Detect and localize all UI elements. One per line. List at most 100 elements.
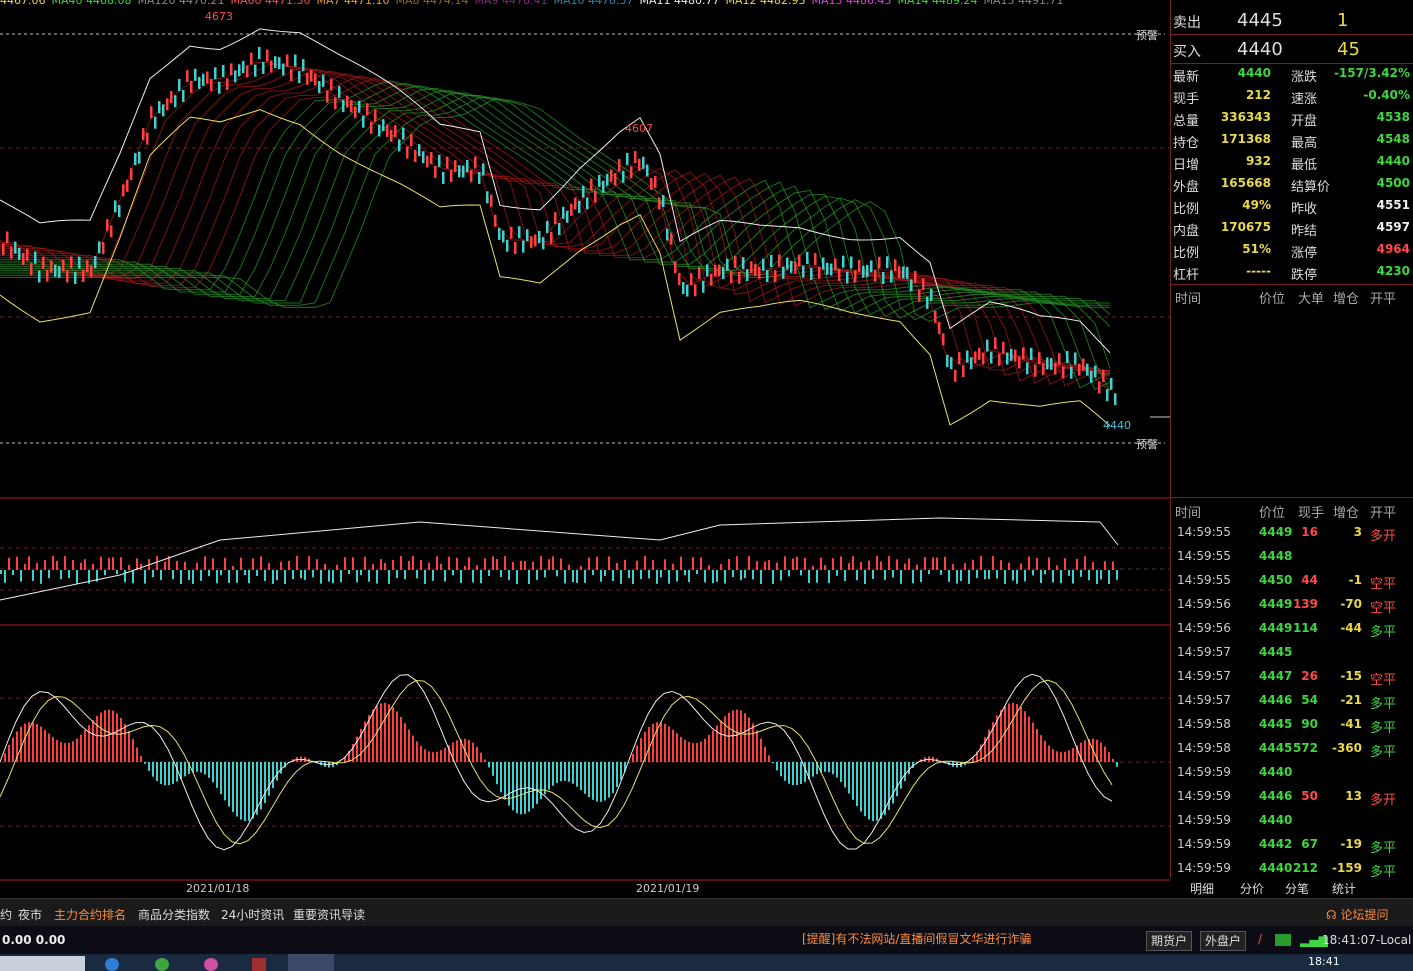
tab-detail[interactable]: 明细 xyxy=(1190,880,1214,897)
tick-row[interactable]: 14:59:59 4442 67 -19 多平 xyxy=(1171,832,1413,856)
tick-row[interactable]: 14:59:57 4446 54 -21 多平 xyxy=(1171,688,1413,712)
tab-night-market[interactable]: 夜市 xyxy=(18,906,42,923)
volume-bar xyxy=(992,556,994,570)
volume-bar xyxy=(52,556,54,570)
macd-bar xyxy=(772,762,774,764)
volume-bar xyxy=(488,570,490,577)
tab-24h-news[interactable]: 24小时资讯 xyxy=(221,906,284,923)
volume-bar xyxy=(496,559,498,570)
macd-bar xyxy=(444,747,446,762)
tick-oi: -360 xyxy=(1331,741,1362,755)
foreign-account-button[interactable]: 外盘户 xyxy=(1200,931,1247,951)
macd-bar xyxy=(740,710,742,762)
volume-bar xyxy=(980,556,982,570)
candle xyxy=(486,191,489,204)
macd-bar xyxy=(576,762,578,787)
candle xyxy=(98,241,101,254)
candle xyxy=(954,369,957,382)
candle xyxy=(302,59,305,72)
fraud-notice[interactable]: [提醒]有不法网站/直播间假冒文华进行诈骗 xyxy=(802,930,1031,947)
tick-header: 时间 价位 现手 增仓 开平 xyxy=(1171,500,1413,521)
macd-bar xyxy=(696,742,698,762)
grid-icon[interactable] xyxy=(1275,934,1291,946)
volume-bar xyxy=(8,557,10,570)
browser-icon[interactable] xyxy=(155,958,169,971)
forum-button[interactable]: ☊ 论坛提问 xyxy=(1326,906,1389,923)
active-app-icon[interactable] xyxy=(288,954,334,971)
volume-bar xyxy=(596,556,598,570)
taskbar-search-box[interactable] xyxy=(0,956,85,971)
tab-price-dist[interactable]: 分价 xyxy=(1240,880,1264,897)
macd-bar xyxy=(536,762,538,805)
candle xyxy=(1010,348,1013,361)
volume-bar xyxy=(1056,565,1058,570)
macd-bar xyxy=(804,762,806,782)
sell-row[interactable]: 卖出 4445 1 xyxy=(1171,6,1413,35)
macd-bar xyxy=(120,717,122,762)
candle xyxy=(338,85,341,98)
candle xyxy=(878,256,881,269)
tab-key-news[interactable]: 重要资讯导读 xyxy=(293,906,365,923)
tick-row[interactable]: 14:59:56 4449 114 -44 多平 xyxy=(1171,616,1413,640)
tick-row[interactable]: 14:59:55 4450 44 -1 空平 xyxy=(1171,568,1413,592)
volume-bar xyxy=(156,556,158,570)
candle xyxy=(670,232,673,245)
app-icon[interactable] xyxy=(252,958,266,971)
buy-volume: 45 xyxy=(1337,39,1360,60)
buy-row[interactable]: 买入 4440 45 xyxy=(1171,35,1413,64)
stat-key: 最新 xyxy=(1173,70,1200,85)
alert-top-label[interactable]: 预警 xyxy=(1136,27,1158,43)
macd-bar xyxy=(128,731,130,762)
kline-chart-svg[interactable] xyxy=(0,0,1170,898)
tick-row[interactable]: 14:59:57 4445 xyxy=(1171,640,1413,664)
macd-bar xyxy=(116,713,118,762)
futures-account-button[interactable]: 期货户 xyxy=(1146,931,1193,951)
macd-bar xyxy=(688,742,690,762)
volume-bar xyxy=(220,570,222,576)
alert-bottom-label[interactable]: 预警 xyxy=(1136,436,1158,452)
volume-bar xyxy=(260,556,262,570)
ma-legend-item: MA11 4480.77 xyxy=(639,0,720,7)
volume-bar xyxy=(372,563,374,570)
tab-ticks[interactable]: 分笔 xyxy=(1285,880,1309,897)
quote-stat-row: 持仓 171368 最高 4548 xyxy=(1171,129,1413,151)
tick-row[interactable]: 14:59:56 4449 139 -70 空平 xyxy=(1171,592,1413,616)
tick-row[interactable]: 14:59:57 4447 26 -15 空平 xyxy=(1171,664,1413,688)
kline-chart-area[interactable]: 4467.06 MA40 4468.08 MA120 4470.21 MA60 447… xyxy=(0,0,1170,895)
tab-commodity-index[interactable]: 商品分类指数 xyxy=(138,906,210,923)
macd-bar xyxy=(676,733,678,762)
tick-row[interactable]: 14:59:58 4445 572 -360 多平 xyxy=(1171,736,1413,760)
tick-row[interactable]: 14:59:59 4440 xyxy=(1171,808,1413,832)
date-label: 2021/01/19 xyxy=(636,882,700,895)
volume-bar xyxy=(968,570,970,584)
macd-bar xyxy=(620,762,622,780)
detail-tabs: 明细 分价 分笔 统计 xyxy=(1170,878,1413,898)
macd-bar xyxy=(252,762,254,819)
ma-legend: 4467.06 MA40 4468.08 MA120 4470.21 MA60 447… xyxy=(0,0,1170,8)
macd-bar xyxy=(484,759,486,762)
macd-bar xyxy=(504,762,506,800)
tick-row[interactable]: 14:59:58 4445 90 -41 多平 xyxy=(1171,712,1413,736)
tick-row[interactable]: 14:59:59 4440 212 -159 多平 xyxy=(1171,856,1413,880)
tick-row[interactable]: 14:59:59 4440 xyxy=(1171,760,1413,784)
tick-row[interactable]: 14:59:55 4449 16 3 多开 xyxy=(1171,520,1413,544)
candle xyxy=(1034,364,1037,377)
candle xyxy=(234,70,237,83)
app-icon[interactable] xyxy=(204,958,218,971)
tick-volume: 114 xyxy=(1292,621,1318,635)
volume-bar xyxy=(892,570,894,578)
ma-legend-item: MA40 4468.08 xyxy=(51,0,132,7)
tick-row[interactable]: 14:59:55 4448 xyxy=(1171,544,1413,568)
volume-bar xyxy=(340,570,342,583)
tick-row[interactable]: 14:59:59 4446 50 13 多开 xyxy=(1171,784,1413,808)
tab-contracts[interactable]: 约 xyxy=(0,906,12,923)
edge-icon[interactable] xyxy=(105,958,119,971)
volume-bar xyxy=(940,570,942,575)
macd-bar xyxy=(136,747,138,762)
tick-time: 14:59:59 xyxy=(1177,813,1231,827)
volume-bar xyxy=(816,570,818,583)
candle xyxy=(646,164,649,177)
tab-stats[interactable]: 统计 xyxy=(1332,880,1356,897)
volume-bar xyxy=(300,570,302,579)
candle xyxy=(422,151,425,164)
